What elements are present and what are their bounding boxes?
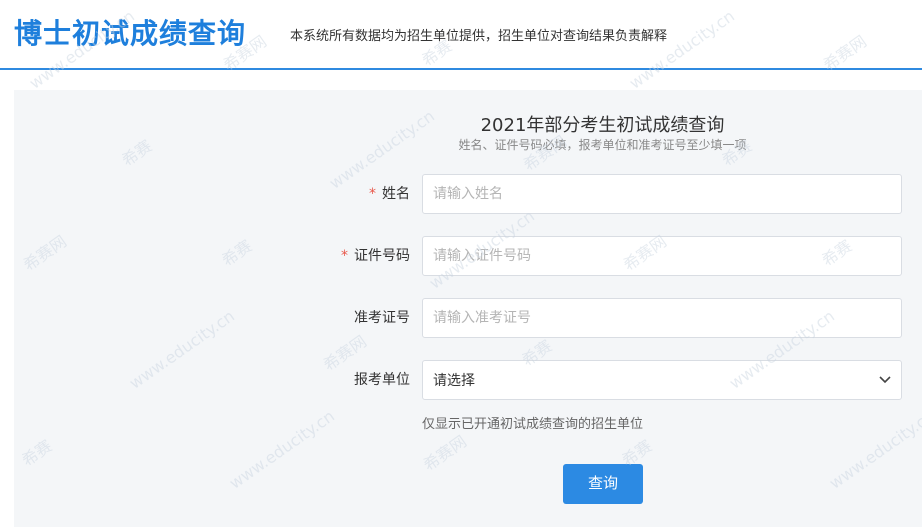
admission-number-row: 准考证号 [0,298,922,338]
institution-select[interactable]: 请选择 [422,360,902,400]
name-label-text: 姓名 [382,186,410,202]
name-input[interactable] [422,174,902,214]
id-number-label: * 证件号码 [341,236,410,276]
institution-row: 报考单位 请选择 [0,360,922,400]
chevron-down-icon [879,373,891,387]
id-number-row: * 证件号码 [0,236,922,276]
name-label: * 姓名 [369,174,410,214]
institution-selected-value: 请选择 [433,373,475,389]
required-mark: * [369,186,376,202]
page-title: 博士初试成绩查询 [14,17,247,50]
id-number-label-text: 证件号码 [354,248,410,264]
form-title: 2021年部分考生初试成绩查询 [480,115,725,136]
institution-label: 报考单位 [354,372,410,388]
id-number-input[interactable] [422,236,902,276]
form-subtitle: 姓名、证件号码必填，报考单位和准考证号至少填一项 [458,138,747,152]
page-header: 博士初试成绩查询 本系统所有数据均为招生单位提供，招生单位对查询结果负责解释 [0,0,922,70]
required-mark: * [341,248,348,264]
header-disclaimer: 本系统所有数据均为招生单位提供，招生单位对查询结果负责解释 [290,29,668,44]
institution-hint: 仅显示已开通初试成绩查询的招生单位 [422,417,644,432]
query-button[interactable]: 查询 [563,464,643,504]
admission-number-label: 准考证号 [354,310,410,326]
admission-number-input[interactable] [422,298,902,338]
name-row: * 姓名 [0,174,922,214]
